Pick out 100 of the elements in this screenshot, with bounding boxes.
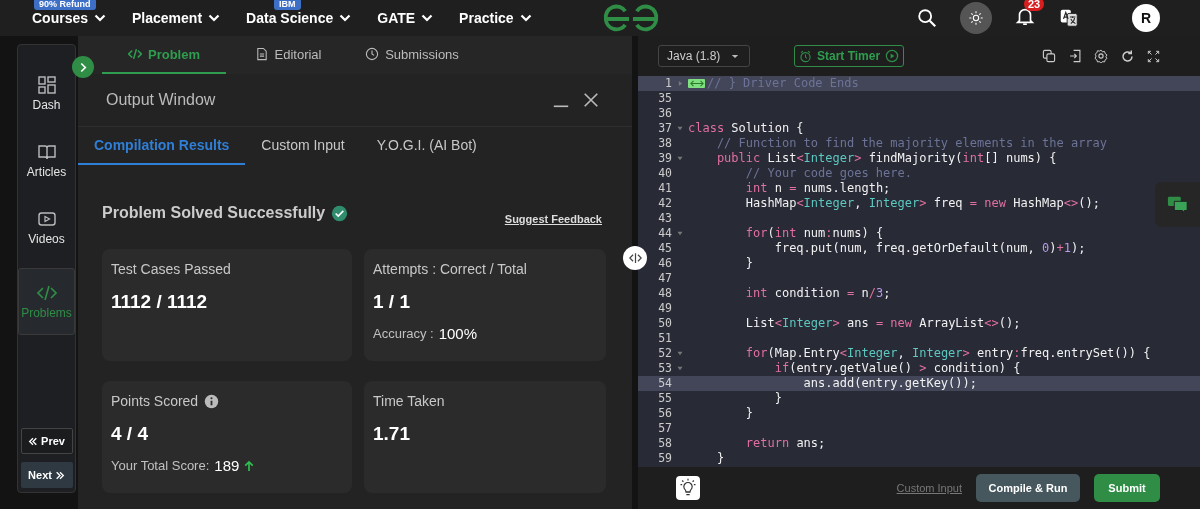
line-number: 59: [657, 451, 672, 466]
line-number: 38: [657, 136, 672, 151]
line-number: 53: [657, 361, 672, 376]
line-number: 56: [657, 406, 672, 421]
sun-icon: [968, 10, 984, 26]
copy-icon[interactable]: [1042, 49, 1056, 63]
custom-input-link[interactable]: Custom Input: [896, 482, 962, 494]
line-number: 57: [657, 421, 672, 436]
chevron-right-icon: [78, 61, 88, 73]
chevron-down-icon: [339, 14, 352, 22]
double-chevron-right-icon: [54, 470, 65, 480]
alarm-clock-icon: [799, 49, 812, 63]
play-icon: [885, 49, 900, 63]
line-number: 58: [657, 436, 672, 451]
prev-button[interactable]: Prev: [20, 428, 73, 454]
line-number: 36: [657, 106, 672, 121]
sidebar-item[interactable]: Dash: [18, 67, 75, 120]
video-icon: [36, 209, 57, 229]
code-line: }: [773, 391, 782, 406]
line-number: 1: [664, 76, 672, 91]
card-label: Time Taken: [373, 393, 445, 409]
sidebar-item[interactable]: Articles: [18, 134, 75, 187]
line-number: 35: [657, 91, 672, 106]
fold-arrow-icon[interactable]: [677, 351, 683, 356]
code-line: }: [744, 256, 754, 271]
dashboard-icon: [36, 75, 57, 95]
chevron-down-icon: [421, 14, 434, 22]
double-chevron-left-icon: [28, 436, 39, 446]
avatar[interactable]: R: [1132, 4, 1160, 32]
compile-run-button[interactable]: Compile & Run: [976, 474, 1080, 502]
nav-badge: 90% Refund: [34, 0, 96, 10]
fullscreen-icon[interactable]: [1147, 49, 1160, 63]
card-label: Test Cases Passed: [111, 261, 231, 277]
nav-menu-item[interactable]: Courses: [32, 10, 107, 26]
problem-tab[interactable]: Editorial: [226, 36, 350, 74]
card-value: 1 / 1: [373, 291, 411, 313]
problem-tab[interactable]: Submissions: [350, 36, 474, 74]
nav-menu-item[interactable]: Data Science: [246, 10, 352, 26]
lightbulb-icon: [678, 478, 698, 498]
code-line: class Solution {: [688, 121, 804, 136]
sidebar-item[interactable]: Videos: [18, 201, 75, 254]
card-value: 1.71: [373, 423, 411, 445]
code-line: public List<Integer> findMajority(int[] nums) {: [715, 151, 1057, 166]
code-line: freq.put(num, freq.getOrDefault(num, 0)+1);: [773, 241, 1086, 256]
code-line: // Function to find the majority elements in the array: [715, 136, 1108, 151]
document-icon: [254, 47, 269, 61]
reset-icon[interactable]: [1120, 48, 1135, 64]
code-line: if(entry.getValue() > condition) {: [773, 361, 1021, 376]
line-number: 41: [657, 181, 672, 196]
code-line: for(Map.Entry<Integer, Integer> entry:freq.entrySet()) {: [744, 346, 1151, 361]
hint-button[interactable]: [676, 476, 700, 500]
line-number: 37: [657, 121, 672, 136]
theme-toggle-button[interactable]: [960, 2, 992, 34]
line-number: 55: [657, 391, 672, 406]
code-line: int condition = n/3;: [744, 286, 891, 301]
start-timer-button[interactable]: Start Timer: [794, 45, 905, 67]
line-number: 48: [657, 286, 672, 301]
code-line: int n = nums.length;: [744, 181, 891, 196]
suggest-feedback-link[interactable]: Suggest Feedback: [504, 213, 602, 225]
nav-menu-item[interactable]: GATE: [377, 10, 434, 26]
output-tab[interactable]: Y.O.G.I. (AI Bot): [360, 127, 493, 165]
code-line: // } Driver Code Ends: [707, 76, 859, 91]
card-value: 4 / 4: [111, 423, 149, 445]
fold-arrow-icon[interactable]: [677, 126, 683, 131]
line-number: 40: [657, 166, 672, 181]
settings-icon[interactable]: [1094, 49, 1108, 63]
line-number: 45: [657, 241, 672, 256]
fold-arrow-icon[interactable]: [677, 231, 683, 236]
card-value: 1112 / 1112: [111, 291, 209, 313]
code-icon: [36, 283, 57, 303]
line-number: 42: [657, 196, 672, 211]
chat-button[interactable]: [1155, 182, 1200, 227]
translate-icon[interactable]: [1058, 7, 1080, 29]
nav-badge: IBM: [274, 0, 301, 10]
submit-button[interactable]: Submit: [1094, 474, 1160, 502]
output-tab[interactable]: Custom Input: [245, 127, 361, 165]
output-tab[interactable]: Compilation Results: [78, 127, 246, 165]
close-icon[interactable]: [582, 91, 600, 109]
search-icon[interactable]: [916, 7, 938, 29]
code-line: return ans;: [744, 436, 826, 451]
card-label: Attempts : Correct / Total: [373, 261, 527, 277]
language-dropdown[interactable]: Java (1.8): [658, 45, 750, 67]
chevron-down-icon: [519, 14, 532, 22]
nav-menu-item[interactable]: Placement: [132, 10, 221, 26]
nav-menu-item[interactable]: Practice: [459, 10, 532, 26]
next-button[interactable]: Next: [20, 462, 73, 488]
line-number: 52: [657, 346, 672, 361]
code-editor[interactable]: [638, 76, 1200, 467]
fold-arrow-icon[interactable]: [677, 156, 683, 161]
card-sub-value: 189: [214, 457, 240, 474]
check-circle-icon: [331, 204, 349, 222]
sidebar-item[interactable]: Problems: [18, 268, 75, 335]
line-number: 39: [657, 151, 672, 166]
status-message: Problem Solved Successfully: [102, 204, 326, 222]
fold-arrow-icon[interactable]: [677, 366, 683, 371]
code-line: List<Integer> ans = new ArrayList<>();: [744, 316, 1021, 331]
import-icon[interactable]: [1068, 49, 1082, 63]
info-icon[interactable]: [204, 393, 220, 409]
caret-icon: [731, 53, 739, 59]
folded-code-icon[interactable]: [688, 79, 705, 88]
